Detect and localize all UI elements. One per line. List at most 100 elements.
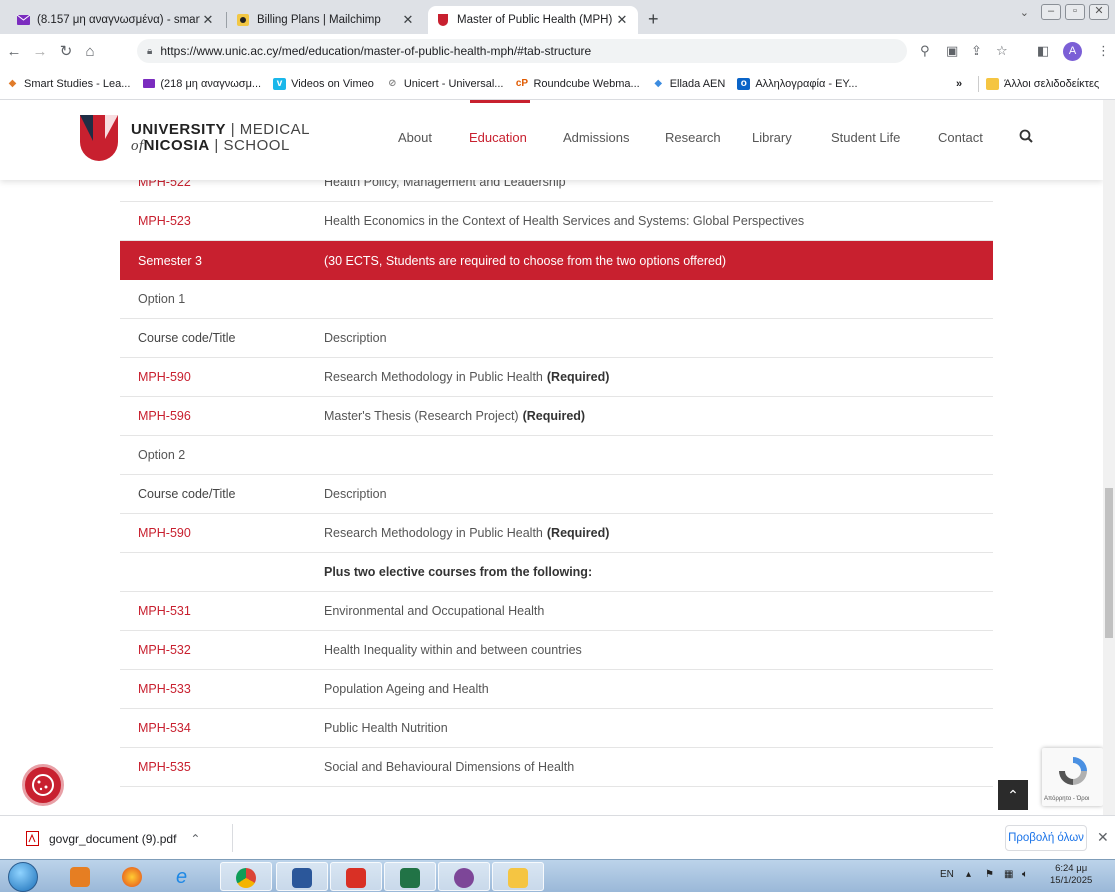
url-input[interactable]: 🔒︎ https://www.unic.ac.cy/med/education/… xyxy=(137,39,907,63)
active-nav-indicator xyxy=(470,100,530,103)
tab-mailchimp[interactable]: Billing Plans | Mailchimp ✕ xyxy=(228,6,424,34)
course-code-link[interactable]: MPH-590 xyxy=(138,370,191,384)
row-label: Course code/Title xyxy=(138,331,236,345)
language-indicator[interactable]: EN xyxy=(940,869,954,880)
acrobat-icon xyxy=(346,868,366,888)
outlook-app-icon xyxy=(70,867,90,887)
other-bookmarks[interactable]: Άλλοι σελιδοδείκτες xyxy=(986,77,1100,90)
taskbar-tor[interactable] xyxy=(438,862,490,891)
taskbar-firefox[interactable] xyxy=(112,862,152,891)
bookmark-item[interactable]: ◆ Smart Studies - Lea... xyxy=(6,78,131,90)
new-tab-icon[interactable]: + xyxy=(648,9,659,30)
share-icon[interactable]: ⇪ xyxy=(971,43,982,59)
back-icon[interactable]: ← xyxy=(4,43,24,60)
scrollbar-thumb[interactable] xyxy=(1105,488,1113,638)
forward-icon[interactable]: → xyxy=(30,43,50,60)
side-panel-icon[interactable]: ◧ xyxy=(1037,43,1049,59)
taskbar-word[interactable] xyxy=(276,862,328,891)
tab-close-icon[interactable]: ✕ xyxy=(614,12,630,28)
bookmark-item[interactable]: ⊘ Unicert - Universal... xyxy=(386,78,503,90)
bookmark-item[interactable]: v Videos on Vimeo xyxy=(273,77,374,90)
start-button[interactable] xyxy=(8,862,38,892)
nav-education[interactable]: Education xyxy=(469,130,527,145)
web-page: UNIVERSITY | MEDICAL ofNICOSIA | SCHOOL … xyxy=(0,100,1103,815)
translate-icon[interactable]: ▣ xyxy=(946,43,958,59)
menu-kebab-icon[interactable]: ⋮ xyxy=(1097,43,1110,59)
table-row: MPH-533 Population Ageing and Health xyxy=(120,670,993,709)
more-bookmarks-icon[interactable]: » xyxy=(956,78,962,90)
taskbar-explorer[interactable] xyxy=(492,862,544,891)
home-icon[interactable]: ⌂ xyxy=(80,43,100,60)
recaptcha-badge[interactable]: Απόρρητο - Όροι xyxy=(1042,748,1103,806)
smart-studies-icon: ◆ xyxy=(8,78,17,89)
tor-icon xyxy=(454,868,474,888)
download-item[interactable]: govgr_document (9).pdf ⌃ xyxy=(26,831,200,846)
flag-icon[interactable]: ⚑ xyxy=(985,869,994,880)
clock[interactable]: 6:24 μμ 15/1/2025 xyxy=(1050,863,1092,887)
nav-about[interactable]: About xyxy=(398,130,432,145)
show-all-button[interactable]: Προβολή όλων xyxy=(1005,825,1087,851)
bookmark-star-icon[interactable]: ☆ xyxy=(996,43,1008,59)
description-text: Social and Behavioural Dimensions of Hea… xyxy=(324,760,575,774)
tab-label: Billing Plans | Mailchimp xyxy=(257,14,381,26)
unicert-icon: ⊘ xyxy=(388,78,397,89)
course-code-link[interactable]: MPH-535 xyxy=(138,760,191,774)
taskbar-acrobat[interactable] xyxy=(330,862,382,891)
course-code-link[interactable]: MPH-596 xyxy=(138,409,191,423)
tab-close-icon[interactable]: ✕ xyxy=(400,12,416,28)
tray-expand-icon[interactable]: ▴ xyxy=(966,869,971,880)
network-icon[interactable]: ▦ xyxy=(1004,869,1013,880)
university-wordmark[interactable]: UNIVERSITY | MEDICAL ofNICOSIA | SCHOOL xyxy=(131,122,310,155)
course-code-link[interactable]: MPH-533 xyxy=(138,682,191,696)
other-bookmarks-label: Άλλοι σελιδοδείκτες xyxy=(1004,77,1100,90)
folder-icon xyxy=(986,77,999,90)
taskbar-excel[interactable] xyxy=(384,862,436,891)
scroll-to-top-button[interactable]: ⌃ xyxy=(998,780,1028,810)
maximize-icon[interactable]: ▫ xyxy=(1065,4,1085,20)
logo-nicosia: NICOSIA xyxy=(143,137,210,154)
tab-unic[interactable]: Master of Public Health (MPH) - ✕ xyxy=(428,6,638,34)
bookmarks-bar: ◆ Smart Studies - Lea... (218 μη αναγνωσμ… xyxy=(0,68,1115,100)
tab-gmail[interactable]: (8.157 μη αναγνωσμένα) - smart ✕ xyxy=(8,6,224,34)
course-code-link[interactable]: MPH-531 xyxy=(138,604,191,618)
lock-icon: 🔒︎ xyxy=(147,45,153,57)
tab-close-icon[interactable]: ✕ xyxy=(200,12,216,28)
taskbar-outlook[interactable] xyxy=(62,862,98,891)
tab-search-chevron-icon[interactable]: ⌄ xyxy=(1020,6,1029,19)
course-description: Health Economics in the Context of Healt… xyxy=(324,214,804,228)
bookmark-item[interactable]: o Αλληλογραφία - ΕΥ... xyxy=(737,77,858,90)
close-download-bar-icon[interactable]: ✕ xyxy=(1097,829,1109,846)
bookmark-item[interactable]: ◆ Ellada AEN xyxy=(652,78,725,90)
taskbar-chrome[interactable] xyxy=(220,862,272,891)
cookie-settings-button[interactable] xyxy=(22,764,64,806)
nav-admissions[interactable]: Admissions xyxy=(563,130,629,145)
recaptcha-terms[interactable]: Απόρρητο - Όροι xyxy=(1044,796,1089,802)
ellada-icon: ◆ xyxy=(654,78,663,89)
course-description: Description xyxy=(324,487,387,501)
description-text: Health Inequality within and between cou… xyxy=(324,643,582,657)
nav-library[interactable]: Library xyxy=(752,130,792,145)
bookmark-item[interactable]: cP Roundcube Webma... xyxy=(515,78,640,90)
excel-icon xyxy=(400,868,420,888)
table-row: MPH-531 Environmental and Occupational He… xyxy=(120,592,993,631)
course-code-link[interactable]: MPH-532 xyxy=(138,643,191,657)
mail-icon xyxy=(16,14,30,26)
reload-icon[interactable]: ↻ xyxy=(56,42,76,60)
profile-avatar[interactable]: A xyxy=(1063,42,1082,61)
volume-icon[interactable]: 🔈︎ xyxy=(1022,869,1028,880)
taskbar-ie[interactable]: e xyxy=(166,862,206,891)
bookmark-item[interactable]: (218 μη αναγνωσμ... xyxy=(142,78,261,90)
nav-contact[interactable]: Contact xyxy=(938,130,983,145)
chevron-up-icon[interactable]: ⌃ xyxy=(190,832,200,846)
search-icon[interactable] xyxy=(1019,129,1033,147)
course-code-link[interactable]: MPH-534 xyxy=(138,721,191,735)
page-scrollbar[interactable] xyxy=(1103,100,1115,815)
nav-student-life[interactable]: Student Life xyxy=(831,130,900,145)
nav-research[interactable]: Research xyxy=(665,130,721,145)
mailchimp-icon xyxy=(236,14,250,26)
zoom-icon[interactable]: ⚲ xyxy=(920,43,930,59)
course-code-link[interactable]: MPH-523 xyxy=(138,214,191,228)
minimize-icon[interactable]: – xyxy=(1041,4,1061,20)
close-window-icon[interactable]: ✕ xyxy=(1089,4,1109,20)
course-code-link[interactable]: MPH-590 xyxy=(138,526,191,540)
